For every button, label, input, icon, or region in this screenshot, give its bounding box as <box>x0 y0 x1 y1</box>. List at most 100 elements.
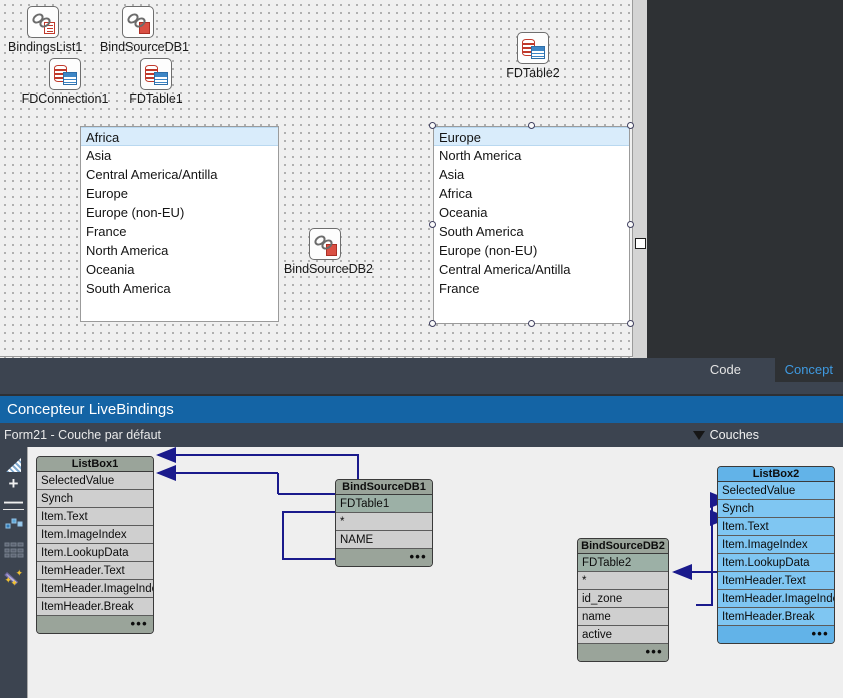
resize-handle-se[interactable] <box>627 320 634 327</box>
show-links-button[interactable] <box>0 513 27 535</box>
node-field-row[interactable]: FDTable1 <box>336 495 432 513</box>
list-item[interactable]: Central America/Antilla <box>81 165 278 184</box>
component-label: FDConnection1 <box>21 92 109 106</box>
node-field-row[interactable]: Item.Text <box>37 508 153 526</box>
form-listbox1[interactable]: Africa Asia Central America/Antilla Europe E… <box>80 126 279 322</box>
node-field-row[interactable]: SelectedValue <box>718 482 834 500</box>
node-more-button[interactable]: ••• <box>718 626 834 643</box>
app-window: BindingsList1 BindSourceDB1 FDConnection… <box>0 0 843 698</box>
component-fdtable1[interactable]: FDTable1 <box>120 58 192 106</box>
list-item[interactable]: Europe <box>434 127 629 146</box>
resize-handle-ne[interactable] <box>627 122 634 129</box>
list-item[interactable]: South America <box>81 279 278 298</box>
list-item[interactable]: Africa <box>81 127 278 146</box>
designer-tabstrip: Code Concept <box>0 358 843 382</box>
node-field-row[interactable]: * <box>578 572 668 590</box>
component-fdtable2[interactable]: FDTable2 <box>498 32 568 80</box>
list-item[interactable]: Asia <box>434 165 629 184</box>
zoom-icon <box>6 458 21 472</box>
node-field-row[interactable]: ItemHeader.ImageIndex <box>37 580 153 598</box>
resize-handle-n[interactable] <box>528 122 535 129</box>
show-links-icon <box>5 518 22 530</box>
tab-concept[interactable]: Concept <box>774 358 843 382</box>
node-field-row[interactable]: id_zone <box>578 590 668 608</box>
designer-vertical-scrollbar[interactable] <box>633 0 647 358</box>
zoom-in-icon: + <box>8 474 19 493</box>
wizard-wand-icon: ✦ ✦ ✦ <box>3 568 24 588</box>
list-item[interactable]: Oceania <box>434 203 629 222</box>
node-title: BindSourceDB2 <box>578 539 668 554</box>
grid-toggle-button[interactable] <box>0 537 27 563</box>
node-field-row[interactable]: Item.ImageIndex <box>718 536 834 554</box>
binding-wizard-button[interactable]: ✦ ✦ ✦ <box>0 565 27 591</box>
node-field-row[interactable]: ItemHeader.Text <box>718 572 834 590</box>
form-designer-pane: BindingsList1 BindSourceDB1 FDConnection… <box>0 0 843 358</box>
tabstrip-divider <box>0 382 843 394</box>
livebindings-canvas[interactable]: ListBox1 SelectedValue Synch Item.Text Item.… <box>27 447 843 698</box>
node-more-button[interactable]: ••• <box>578 644 668 661</box>
layers-dropdown-button[interactable]: Couches <box>692 423 759 447</box>
list-item[interactable]: South America <box>434 222 629 241</box>
node-listbox2[interactable]: ListBox2 SelectedValue Synch Item.Text Item.… <box>717 466 835 644</box>
node-field-row[interactable]: ItemHeader.Break <box>718 608 834 626</box>
bindings-list-icon <box>27 6 59 38</box>
livebindings-subbar: Form21 - Couche par défaut Couches <box>0 423 843 447</box>
bind-source-db-icon <box>309 228 341 260</box>
node-field-row[interactable]: ItemHeader.Break <box>37 598 153 616</box>
node-field-row[interactable]: Item.Text <box>718 518 834 536</box>
node-field-row[interactable]: ItemHeader.Text <box>37 562 153 580</box>
resize-handle-s[interactable] <box>528 320 535 327</box>
list-item[interactable]: France <box>434 279 629 298</box>
layers-dropdown-label: Couches <box>709 428 759 442</box>
list-item[interactable]: North America <box>434 146 629 165</box>
component-label: BindingsList1 <box>8 40 83 54</box>
component-bindingslist1[interactable]: BindingsList1 <box>8 6 83 54</box>
list-item[interactable]: Europe (non-EU) <box>81 203 278 222</box>
list-item[interactable]: Europe (non-EU) <box>434 241 629 260</box>
node-more-button[interactable]: ••• <box>336 549 432 566</box>
node-field-row[interactable]: Item.LookupData <box>718 554 834 572</box>
list-item[interactable]: Europe <box>81 184 278 203</box>
list-item[interactable]: Africa <box>434 184 629 203</box>
resize-handle-w[interactable] <box>429 221 436 228</box>
form-listbox2[interactable]: Europe North America Asia Africa Oceania Sout… <box>433 126 630 324</box>
component-fdconnection1[interactable]: FDConnection1 <box>20 58 110 106</box>
node-field-row[interactable]: * <box>336 513 432 531</box>
fd-table-icon <box>140 58 172 90</box>
node-bindsourcedb2[interactable]: BindSourceDB2 FDTable2 * id_zone name active •… <box>577 538 669 662</box>
node-more-button[interactable]: ••• <box>37 616 153 633</box>
livebindings-form-label: Form21 - Couche par défaut <box>4 428 162 442</box>
node-field-row[interactable]: SelectedValue <box>37 472 153 490</box>
node-listbox1[interactable]: ListBox1 SelectedValue Synch Item.Text Item.… <box>36 456 154 634</box>
node-field-row[interactable]: active <box>578 626 668 644</box>
list-item[interactable]: Oceania <box>81 260 278 279</box>
node-field-row[interactable]: Synch <box>718 500 834 518</box>
node-title: ListBox1 <box>37 457 153 472</box>
component-label: BindSourceDB2 <box>284 262 373 276</box>
node-title: ListBox2 <box>718 467 834 482</box>
bind-source-db-icon <box>122 6 154 38</box>
node-field-row[interactable]: Synch <box>37 490 153 508</box>
list-item[interactable]: Central America/Antilla <box>434 260 629 279</box>
component-bindsourcedb1[interactable]: BindSourceDB1 <box>100 6 189 54</box>
list-item[interactable]: North America <box>81 241 278 260</box>
node-field-row[interactable]: name <box>578 608 668 626</box>
fd-table-icon <box>517 32 549 64</box>
node-field-row[interactable]: Item.LookupData <box>37 544 153 562</box>
node-field-row[interactable]: Item.ImageIndex <box>37 526 153 544</box>
node-field-row[interactable]: ItemHeader.ImageIndex <box>718 590 834 608</box>
tab-code[interactable]: Code <box>700 358 751 382</box>
node-field-row[interactable]: FDTable2 <box>578 554 668 572</box>
zoom-out-button[interactable]: — <box>0 492 27 514</box>
list-item[interactable]: France <box>81 222 278 241</box>
node-bindsourcedb1[interactable]: BindSourceDB1 FDTable1 * NAME ••• <box>335 479 433 567</box>
list-item[interactable]: Asia <box>81 146 278 165</box>
livebindings-toolbar: + — ✦ ✦ ✦ <box>0 447 27 698</box>
resize-handle-e[interactable] <box>627 221 634 228</box>
component-label: FDTable2 <box>506 66 560 80</box>
resize-handle-sw[interactable] <box>429 320 436 327</box>
component-bindsourcedb2[interactable]: BindSourceDB2 <box>284 228 373 276</box>
resize-handle-nw[interactable] <box>429 122 436 129</box>
designer-scrollbar-thumb[interactable] <box>635 238 646 249</box>
node-field-row[interactable]: NAME <box>336 531 432 549</box>
